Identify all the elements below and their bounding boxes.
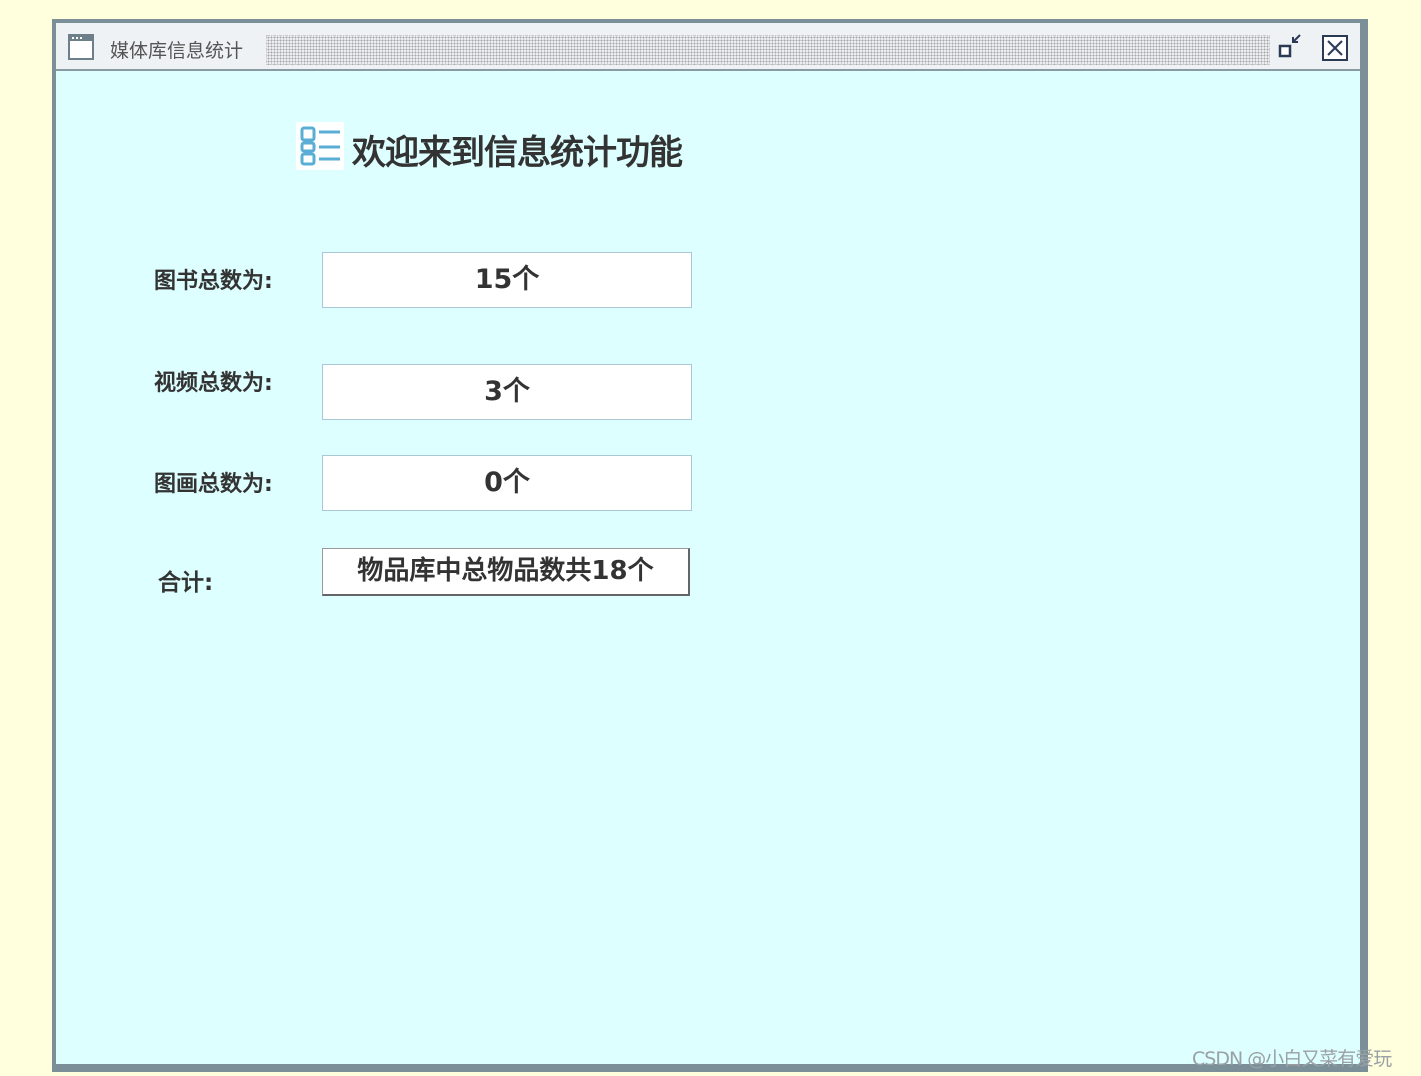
- content-area: 欢迎来到信息统计功能 图书总数为: 15个 视频总数为: 3个 图画总数为: 0…: [56, 71, 1360, 1064]
- window-icon: [68, 34, 94, 60]
- restore-button[interactable]: [1278, 32, 1304, 60]
- videos-total-field[interactable]: 3个: [322, 364, 692, 420]
- books-total-label: 图书总数为:: [154, 269, 273, 294]
- list-icon: [296, 122, 344, 170]
- watermark: CSDN @小白又菜有爱玩: [1192, 1048, 1392, 1070]
- pictures-total-field[interactable]: 0个: [322, 455, 692, 511]
- pictures-total-label: 图画总数为:: [154, 472, 273, 497]
- window-title: 媒体库信息统计: [110, 40, 244, 62]
- title-bar[interactable]: 媒体库信息统计: [56, 23, 1360, 71]
- close-icon: [1322, 35, 1348, 61]
- stats-window: 媒体库信息统计 欢迎来到信息统计功能 图书总数为: 15个 视频总数为: 3个 …: [52, 19, 1368, 1072]
- close-button[interactable]: [1322, 35, 1348, 61]
- books-total-field[interactable]: 15个: [322, 252, 692, 308]
- videos-total-label: 视频总数为:: [154, 371, 273, 396]
- page-heading: 欢迎来到信息统计功能: [352, 133, 683, 173]
- title-bar-grip[interactable]: [266, 35, 1270, 65]
- restore-icon: [1278, 34, 1301, 58]
- total-label: 合计:: [158, 570, 214, 596]
- total-field[interactable]: 物品库中总物品数共18个: [322, 548, 690, 596]
